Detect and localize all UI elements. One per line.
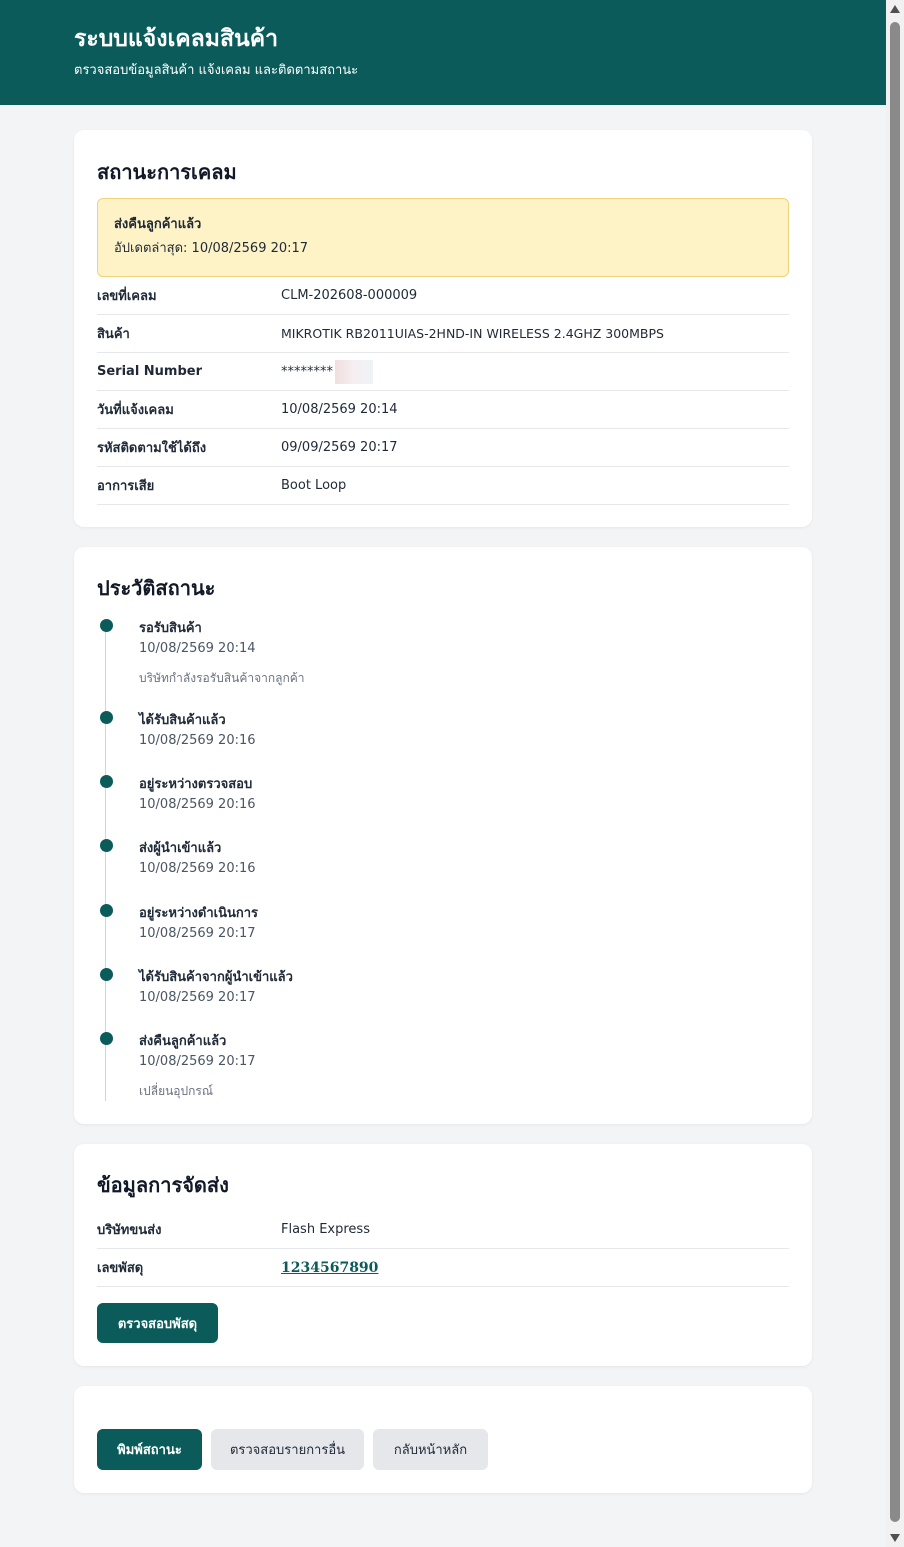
timeline-dot-icon — [100, 619, 113, 632]
current-status-text: ส่งคืนลูกค้าแล้ว — [114, 217, 202, 232]
info-row-tracking-expiry: รหัสติดตามใช้ได้ถึง 09/09/2569 20:17 — [97, 429, 789, 467]
info-label: สินค้า — [97, 327, 130, 342]
info-label: Serial Number — [97, 364, 203, 379]
serial-value: ******** — [281, 364, 333, 379]
timeline-item-time: 10/08/2569 20:14 — [139, 641, 256, 656]
info-label: อาการเสีย — [97, 479, 155, 494]
claim-date-value: 10/08/2569 20:14 — [281, 402, 398, 417]
scrollbar-thumb[interactable] — [890, 22, 900, 1522]
serial-value-wrap: ******** — [281, 359, 789, 384]
symptom-value: Boot Loop — [281, 478, 347, 493]
shipping-title: ข้อมูลการจัดส่ง — [97, 1173, 229, 1197]
print-status-button[interactable]: พิมพ์สถานะ — [97, 1429, 202, 1470]
timeline-item-time: 10/08/2569 20:17 — [139, 990, 256, 1005]
tracking-number-cell: 1234567890 — [281, 1260, 789, 1276]
tracking-expiry-value: 09/09/2569 20:17 — [281, 440, 398, 455]
timeline-item-title: อยู่ระหว่างดำเนินการ — [139, 906, 259, 921]
shipping-info-table: บริษัทขนส่ง Flash Express เลขพัสดุ 12345… — [97, 1211, 789, 1287]
claim-status-card: สถานะการเคลม ส่งคืนลูกค้าแล้ว อัปเดตล่าส… — [74, 130, 812, 527]
status-history-title: ประวัติสถานะ — [97, 576, 216, 600]
claim-info-table: เลขที่เคลม CLM-202608-000009 สินค้า MIKR… — [97, 277, 789, 505]
info-label: รหัสติดตามใช้ได้ถึง — [97, 441, 207, 456]
info-row-symptom: อาการเสีย Boot Loop — [97, 467, 789, 505]
track-parcel-button[interactable]: ตรวจสอบพัสดุ — [97, 1303, 218, 1343]
app-title: ระบบแจ้งเคลมสินค้า — [74, 26, 279, 52]
timeline-dot-icon — [100, 839, 113, 852]
timeline-item-title: ส่งคืนลูกค้าแล้ว — [139, 1034, 227, 1049]
info-label: บริษัทขนส่ง — [97, 1223, 162, 1238]
info-label: เลขที่เคลม — [97, 289, 157, 304]
info-row-product: สินค้า MIKROTIK RB2011UIAS-2HND-IN WIREL… — [97, 315, 789, 353]
timeline-line — [105, 623, 106, 1101]
info-row-tracking-number: เลขพัสดุ 1234567890 — [97, 1249, 789, 1287]
check-other-button[interactable]: ตรวจสอบรายการอื่น — [211, 1429, 364, 1470]
app-header: ระบบแจ้งเคลมสินค้า ตรวจสอบข้อมูลสินค้า แ… — [0, 0, 886, 105]
current-status-box: ส่งคืนลูกค้าแล้ว อัปเดตล่าสุด: 10/08/256… — [97, 198, 789, 277]
shipping-card: ข้อมูลการจัดส่ง บริษัทขนส่ง Flash Expres… — [74, 1144, 812, 1366]
claim-number-value: CLM-202608-000009 — [281, 288, 418, 303]
page-scrollbar[interactable] — [886, 0, 904, 1547]
timeline-dot-icon — [100, 1032, 113, 1045]
timeline-item-note: เปลี่ยนอุปกรณ์ — [139, 1084, 213, 1098]
app-subtitle: ตรวจสอบข้อมูลสินค้า แจ้งเคลม และติดตามสถ… — [74, 63, 359, 78]
timeline-dot-icon — [100, 968, 113, 981]
info-row-claim-date: วันที่แจ้งเคลม 10/08/2569 20:14 — [97, 391, 789, 429]
timeline-item-note: บริษัทกำลังรอรับสินค้าจากลูกค้า — [139, 671, 305, 685]
last-updated-text: อัปเดตล่าสุด: 10/08/2569 20:17 — [114, 241, 309, 256]
info-label: วันที่แจ้งเคลม — [97, 403, 174, 418]
info-row-claim-number: เลขที่เคลม CLM-202608-000009 — [97, 277, 789, 315]
status-history-card: ประวัติสถานะ รอรับสินค้า 10/08/2569 20:1… — [74, 547, 812, 1124]
timeline-dot-icon — [100, 775, 113, 788]
timeline-dot-icon — [100, 904, 113, 917]
timeline-item-title: อยู่ระหว่างตรวจสอบ — [139, 777, 253, 792]
claim-status-title: สถานะการเคลม — [97, 160, 237, 184]
carrier-value: Flash Express — [281, 1222, 370, 1237]
back-home-button[interactable]: กลับหน้าหลัก — [373, 1429, 488, 1470]
scroll-down-arrow-icon[interactable] — [890, 1534, 900, 1542]
tracking-number-link[interactable]: 1234567890 — [281, 1260, 378, 1276]
timeline-item-time: 10/08/2569 20:17 — [139, 926, 256, 941]
info-row-serial: Serial Number ******** — [97, 353, 789, 391]
timeline-item-time: 10/08/2569 20:16 — [139, 797, 256, 812]
timeline-item-title: ส่งผู้นำเข้าแล้ว — [139, 841, 222, 856]
product-value: MIKROTIK RB2011UIAS-2HND-IN WIRELESS 2.4… — [281, 326, 664, 341]
timeline-item-time: 10/08/2569 20:16 — [139, 733, 256, 748]
timeline-item-title: ได้รับสินค้าแล้ว — [139, 713, 226, 728]
page: ระบบแจ้งเคลมสินค้า ตรวจสอบข้อมูลสินค้า แ… — [0, 0, 886, 1547]
timeline-dot-icon — [100, 711, 113, 724]
timeline-item-time: 10/08/2569 20:16 — [139, 861, 256, 876]
timeline-item-title: ได้รับสินค้าจากผู้นำเข้าแล้ว — [139, 970, 293, 985]
scroll-up-arrow-icon[interactable] — [890, 5, 900, 13]
timeline-item-time: 10/08/2569 20:17 — [139, 1054, 256, 1069]
actions-card: พิมพ์สถานะ ตรวจสอบรายการอื่น กลับหน้าหลั… — [74, 1386, 812, 1493]
timeline-item-title: รอรับสินค้า — [139, 621, 202, 636]
info-row-carrier: บริษัทขนส่ง Flash Express — [97, 1211, 789, 1249]
serial-blur-mask — [335, 359, 373, 384]
info-label: เลขพัสดุ — [97, 1261, 144, 1276]
